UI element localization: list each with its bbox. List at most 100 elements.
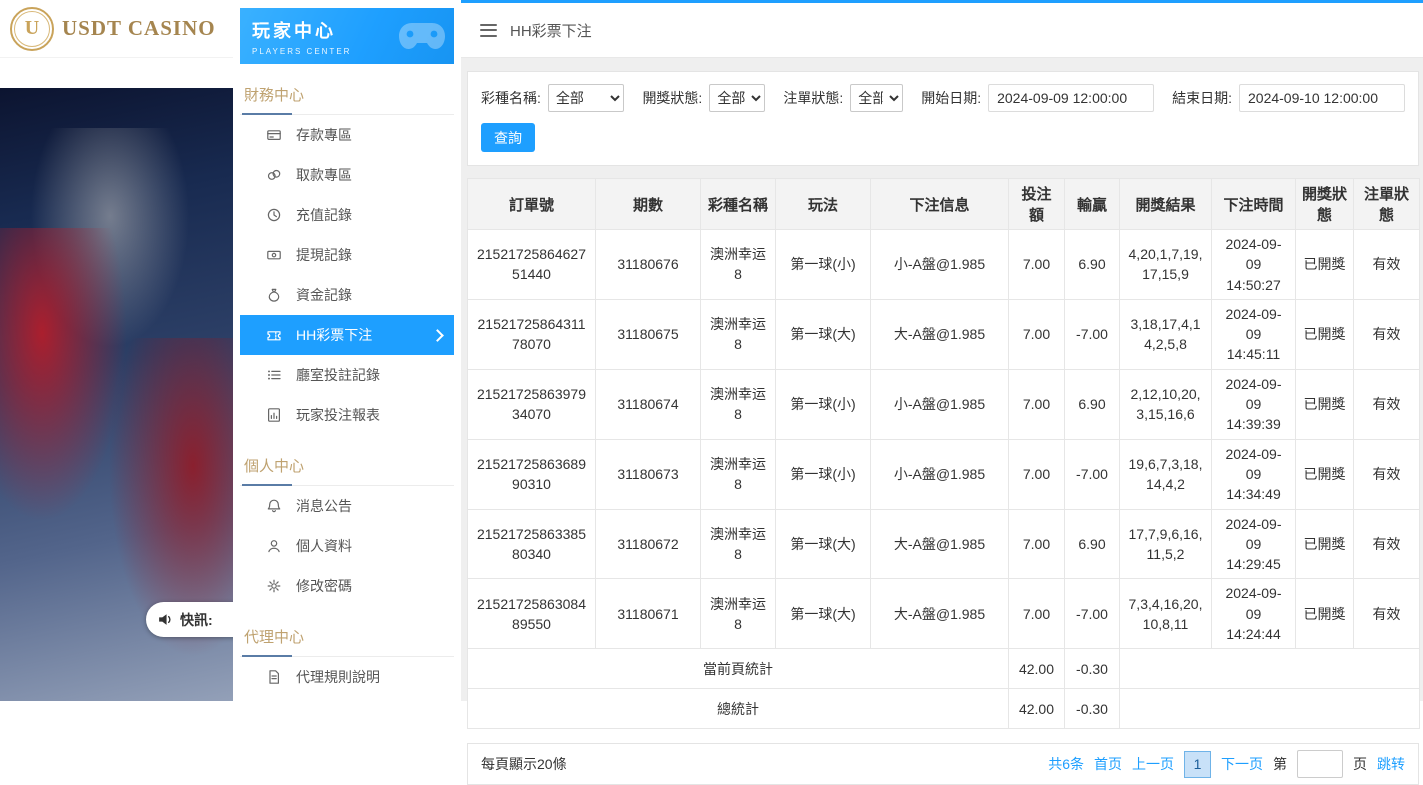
cell-draw-status: 已開獎 (1296, 369, 1354, 439)
cell-bet-status: 有效 (1354, 230, 1420, 300)
cell-bet-amount: 7.00 (1009, 509, 1065, 579)
cell-play-type: 第一球(大) (776, 509, 871, 579)
cell-draw-result: 17,7,9,6,16,11,5,2 (1120, 509, 1212, 579)
menu-icon[interactable] (480, 24, 497, 37)
cell-bet-info: 大-A盤@1.985 (871, 579, 1009, 649)
section-title: 個人中心 (240, 443, 454, 486)
cell-draw-result: 3,18,17,4,14,2,5,8 (1120, 299, 1212, 369)
search-button[interactable]: 查詢 (481, 123, 535, 152)
column-header-draw-status: 開獎狀態 (1296, 179, 1354, 230)
start-date-input[interactable] (988, 84, 1154, 112)
cell-bet-status: 有效 (1354, 299, 1420, 369)
lottery-select[interactable]: 全部 (548, 84, 625, 112)
content-area: 彩種名稱: 全部 開獎狀態: 全部 注單狀態: 全部 開始日期: 結束日期: 查… (461, 58, 1423, 785)
sidebar-item-bell[interactable]: 消息公告 (240, 486, 454, 526)
sidebar-item-report[interactable]: 玩家投注報表 (240, 395, 454, 435)
withdraw-record-icon (266, 247, 282, 263)
cell-bet-time: 2024-09-09 14:29:45 (1212, 509, 1296, 579)
cell-bet-status: 有效 (1354, 579, 1420, 649)
cell-period: 31180675 (596, 299, 701, 369)
bell-icon (266, 498, 282, 514)
cell-win-loss: 6.90 (1065, 369, 1120, 439)
cell-bet-amount: 7.00 (1009, 439, 1065, 509)
sidebar-item-user[interactable]: 個人資料 (240, 526, 454, 566)
brand-name: USDT CASINO (62, 16, 216, 41)
sidebar-item-label: 消息公告 (296, 496, 352, 516)
logo-letter: U (25, 17, 39, 40)
news-ticker[interactable]: 快訊: (146, 602, 233, 637)
cell-order-no: 2152172586368990310 (468, 439, 596, 509)
table-row: 215217258643117807031180675澳洲幸运8第一球(大)大-… (468, 299, 1420, 369)
cell-bet-time: 2024-09-09 14:24:44 (1212, 579, 1296, 649)
sidebar: 玩家中心 PLAYERS CENTER 財務中心存款專區取款專區充值記錄提現記錄… (233, 0, 461, 701)
sidebar-item-document[interactable]: 代理規則說明 (240, 657, 454, 697)
sidebar-item-label: 存款專區 (296, 125, 352, 145)
document-icon (266, 669, 282, 685)
cell-bet-status: 有效 (1354, 369, 1420, 439)
casino-logo-icon[interactable]: U (10, 7, 54, 51)
draw-status-select-label: 開獎狀態: (642, 88, 702, 108)
sidebar-item-label: 充值記錄 (296, 205, 352, 225)
cell-draw-status: 已開獎 (1296, 579, 1354, 649)
sidebar-item-funds-record[interactable]: 資金記錄 (240, 275, 454, 315)
lottery-icon (266, 327, 282, 343)
page-size-text: 每頁顯示20條 (481, 754, 567, 774)
jump-button[interactable]: 跳转 (1377, 754, 1405, 774)
summary-row: 總統計42.00-0.30 (468, 689, 1420, 729)
cell-lottery-name: 澳洲幸运8 (701, 299, 776, 369)
ticker-label: 快訊: (180, 610, 213, 630)
sidebar-item-withdraw[interactable]: 取款專區 (240, 155, 454, 195)
speaker-icon (157, 611, 174, 628)
next-page-link[interactable]: 下一页 (1221, 754, 1263, 774)
cell-order-no: 2152172586462751440 (468, 230, 596, 300)
topbar: HH彩票下注 (461, 3, 1423, 58)
cell-draw-status: 已開獎 (1296, 439, 1354, 509)
bet-status-select-label: 注單狀態: (783, 88, 843, 108)
sidebar-item-gear[interactable]: 修改密碼 (240, 566, 454, 606)
cell-bet-info: 小-A盤@1.985 (871, 230, 1009, 300)
sidebar-item-deposit[interactable]: 存款專區 (240, 115, 454, 155)
cell-bet-info: 大-A盤@1.985 (871, 509, 1009, 579)
cell-play-type: 第一球(小) (776, 230, 871, 300)
sidebar-item-room-record[interactable]: 廳室投註記錄 (240, 355, 454, 395)
sidebar-item-withdraw-record[interactable]: 提現記錄 (240, 235, 454, 275)
casino-subheader (0, 58, 233, 89)
current-page[interactable]: 1 (1184, 751, 1211, 778)
end-date-input[interactable] (1239, 84, 1405, 112)
jump-suffix: 页 (1353, 754, 1367, 774)
table-row: 215217258646275144031180676澳洲幸运8第一球(小)小-… (468, 230, 1420, 300)
cell-period: 31180676 (596, 230, 701, 300)
column-header-order-no: 訂單號 (468, 179, 596, 230)
cell-play-type: 第一球(大) (776, 299, 871, 369)
sidebar-item-recharge-record[interactable]: 充值記錄 (240, 195, 454, 235)
summary-empty-cell (1120, 689, 1420, 729)
column-header-period: 期數 (596, 179, 701, 230)
cell-bet-time: 2024-09-09 14:34:49 (1212, 439, 1296, 509)
sidebar-item-lottery[interactable]: HH彩票下注 (240, 315, 454, 355)
cell-play-type: 第一球(小) (776, 439, 871, 509)
jump-page-input[interactable] (1297, 750, 1343, 778)
deposit-icon (266, 127, 282, 143)
prev-page-link[interactable]: 上一页 (1132, 754, 1174, 774)
cell-lottery-name: 澳洲幸运8 (701, 579, 776, 649)
summary-empty-cell (1120, 649, 1420, 689)
table-row: 215217258639793407031180674澳洲幸运8第一球(小)小-… (468, 369, 1420, 439)
cell-win-loss: 6.90 (1065, 509, 1120, 579)
table-row: 215217258630848955031180671澳洲幸运8第一球(大)大-… (468, 579, 1420, 649)
draw-status-select[interactable]: 全部 (709, 84, 765, 112)
bet-status-select[interactable]: 全部 (850, 84, 903, 112)
section-title: 財務中心 (240, 72, 454, 115)
filter-panel: 彩種名稱: 全部 開獎狀態: 全部 注單狀態: 全部 開始日期: 結束日期: 查… (467, 71, 1419, 166)
first-page-link[interactable]: 首页 (1094, 754, 1122, 774)
cell-play-type: 第一球(小) (776, 369, 871, 439)
column-header-bet-amount: 投注額 (1009, 179, 1065, 230)
table-body: 215217258646275144031180676澳洲幸运8第一球(小)小-… (468, 230, 1420, 729)
table-header-row: 訂單號期數彩種名稱玩法下注信息投注額輸贏開獎結果下注時間開獎狀態注單狀態 (468, 179, 1420, 230)
cell-win-loss: 6.90 (1065, 230, 1120, 300)
column-header-bet-time: 下注時間 (1212, 179, 1296, 230)
sidebar-sections: 財務中心存款專區取款專區充值記錄提現記錄資金記錄HH彩票下注廳室投註記錄玩家投注… (240, 72, 454, 697)
filter-row: 彩種名稱: 全部 開獎狀態: 全部 注單狀態: 全部 開始日期: 結束日期: (481, 84, 1405, 112)
column-header-draw-result: 開獎結果 (1120, 179, 1212, 230)
sidebar-item-label: 廳室投註記錄 (296, 365, 380, 385)
pagination-bar: 每頁顯示20條 共6条 首页 上一页 1 下一页 第 页 跳转 (467, 743, 1419, 785)
